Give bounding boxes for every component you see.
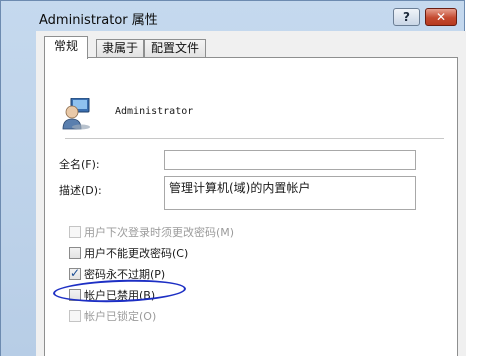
account-name: Administrator xyxy=(115,106,194,117)
checkbox-box[interactable] xyxy=(69,247,81,259)
help-button[interactable]: ? xyxy=(393,8,420,26)
general-tab-panel: Administrator 全名(F): 描述(D): 管理计算机(域)的内置帐… xyxy=(44,57,458,356)
fullname-field[interactable] xyxy=(164,150,416,170)
title-bar[interactable]: Administrator 属性 ? ✕ xyxy=(1,1,464,31)
properties-window: Administrator 属性 ? ✕ 常规 隶属于 配置文件 Adminis… xyxy=(0,0,466,356)
tab-general[interactable]: 常规 xyxy=(44,36,88,59)
checkbox-cannot-change-password[interactable]: 用户不能更改密码(C) xyxy=(69,245,188,261)
description-label: 描述(D): xyxy=(59,184,102,197)
checkbox-label: 用户不能更改密码(C) xyxy=(84,247,189,260)
checkbox-account-locked[interactable]: 帐户已锁定(O) xyxy=(69,308,156,324)
user-icon xyxy=(62,98,90,130)
separator xyxy=(65,138,444,139)
fullname-label: 全名(F): xyxy=(59,158,100,171)
checkbox-box[interactable] xyxy=(69,226,81,238)
description-field[interactable]: 管理计算机(域)的内置帐户 xyxy=(164,176,416,210)
tab-profile[interactable]: 配置文件 xyxy=(144,39,206,58)
checkbox-label: 用户下次登录时须更改密码(M) xyxy=(84,226,235,239)
dialog-client-area: 常规 隶属于 配置文件 Administrator 全名(F): 描述(D): … xyxy=(36,31,466,356)
window-title: Administrator 属性 xyxy=(39,13,158,28)
checkbox-box[interactable]: ✓ xyxy=(69,266,81,280)
checkbox-must-change-password[interactable]: 用户下次登录时须更改密码(M) xyxy=(69,224,234,240)
checkmark-icon: ✓ xyxy=(70,266,81,280)
tab-member-of[interactable]: 隶属于 xyxy=(96,39,144,58)
checkbox-label: 帐户已锁定(O) xyxy=(84,310,157,323)
checkbox-box[interactable] xyxy=(69,310,81,322)
close-button[interactable]: ✕ xyxy=(425,8,457,26)
